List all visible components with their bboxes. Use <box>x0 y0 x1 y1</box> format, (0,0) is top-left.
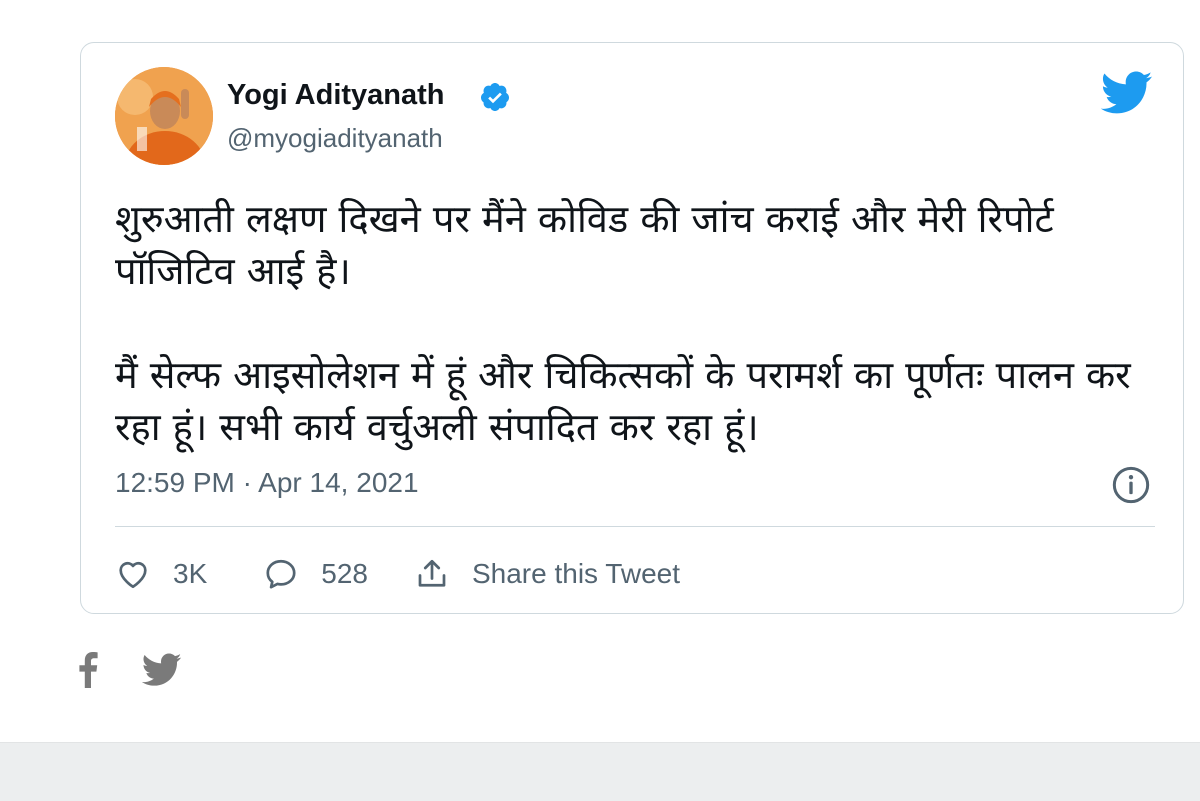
author-handle[interactable]: @myogiadityanath <box>227 123 443 154</box>
embedded-tweet-card[interactable]: Yogi Adityanath @myogiadityanath शुरुआती… <box>80 42 1184 614</box>
page-share-bar <box>78 648 182 692</box>
speech-bubble-icon <box>266 559 296 589</box>
footer-band <box>0 742 1200 801</box>
tweet-timestamp[interactable]: 12:59 PM · Apr 14, 2021 <box>115 467 419 499</box>
twitter-bird-icon[interactable] <box>1101 71 1153 115</box>
divider <box>115 526 1155 527</box>
reply-count: 528 <box>321 558 368 589</box>
avatar[interactable] <box>115 67 213 165</box>
share-tweet-button[interactable]: Share this Tweet <box>414 551 680 597</box>
tweet-actions-bar: 3K 528 Share this Tweet <box>115 551 680 597</box>
tweet-text: शुरुआती लक्षण दिखने पर मैंने कोविड की जा… <box>115 193 1155 505</box>
tweet-paragraph: शुरुआती लक्षण दिखने पर मैंने कोविड की जा… <box>115 197 1054 293</box>
author-name[interactable]: Yogi Adityanath <box>227 79 445 112</box>
twitter-icon[interactable] <box>142 653 182 687</box>
avatar-portrait-icon <box>115 67 213 165</box>
reply-button[interactable]: 528 <box>263 551 368 597</box>
tweet-paragraph: मैं सेल्फ आइसोलेशन में हूं और चिकित्सकों… <box>115 353 1131 449</box>
share-upload-icon <box>418 559 446 587</box>
verified-badge-icon <box>480 83 509 111</box>
info-icon[interactable] <box>1111 465 1151 505</box>
like-button[interactable]: 3K <box>115 551 207 597</box>
like-count: 3K <box>173 558 208 589</box>
facebook-icon[interactable] <box>78 652 98 688</box>
share-tweet-label: Share this Tweet <box>471 558 681 589</box>
heart-icon <box>119 561 147 589</box>
